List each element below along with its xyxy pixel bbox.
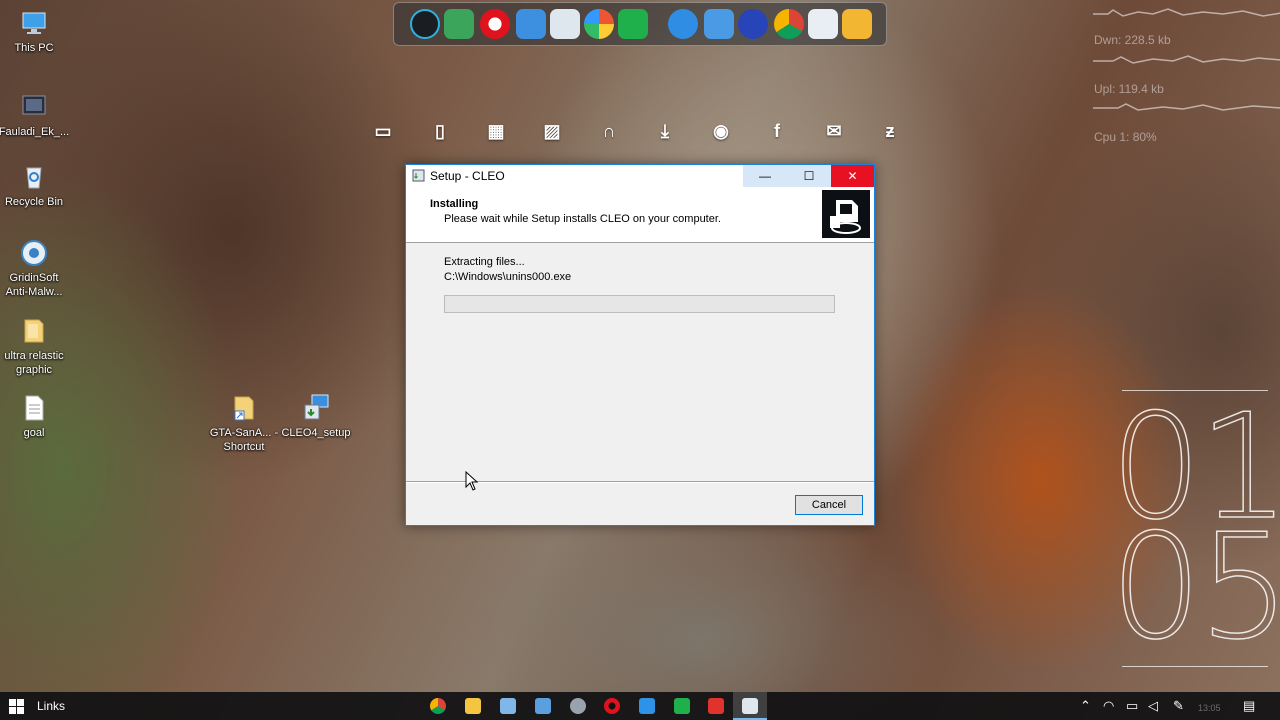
recycle-bin-icon (26, 167, 42, 189)
network-icon[interactable] (704, 9, 734, 39)
shield-icon[interactable]: ◉ (710, 120, 732, 142)
audio-icon[interactable] (738, 9, 768, 39)
links-toolbar[interactable]: Links (37, 699, 65, 713)
recycle-bin-dock-icon[interactable] (808, 9, 838, 39)
file-explorer-icon[interactable] (465, 698, 481, 714)
desktop-icon-gridinsoft[interactable]: GridinSoft Anti-Malw... (0, 238, 70, 299)
page-title: Installing (430, 198, 479, 210)
cancel-button[interactable]: Cancel (795, 495, 863, 515)
facebook-icon[interactable]: f (766, 120, 788, 142)
picture-icon[interactable]: ▨ (541, 120, 563, 142)
volume-icon[interactable]: ◁ (1148, 698, 1158, 714)
desktop-icon-label: GridinSoft Anti-Malw... (5, 272, 63, 298)
desktop-icon-this-pc[interactable]: This PC (0, 8, 70, 55)
minimize-button[interactable]: — (743, 165, 787, 187)
desktop-icon-label: goal (23, 427, 45, 439)
clock-minute: 05 (1109, 503, 1280, 672)
desktop-icon-fauladi[interactable]: Fauladi_Ek_... (0, 92, 70, 139)
close-button[interactable]: ✕ (831, 165, 874, 187)
chrome-icon[interactable] (774, 9, 804, 39)
settings-app-icon[interactable] (570, 698, 586, 714)
pen-icon[interactable]: ✎ (1173, 698, 1184, 714)
camtasia-taskbar-icon[interactable] (674, 698, 690, 714)
recycle-icon[interactable] (550, 9, 580, 39)
film-icon[interactable]: ▦ (485, 120, 507, 142)
green-app-icon[interactable] (444, 9, 474, 39)
desktop-icon-label: Recycle Bin (4, 196, 64, 208)
chrome-taskbar-icon[interactable] (430, 698, 446, 714)
download-speed: Dwn: 228.5 kb (1094, 33, 1171, 47)
desktop-icon[interactable]: ▭ (372, 120, 394, 142)
dialog-header: Installing Please wait while Setup insta… (406, 187, 874, 243)
keyboard-icon[interactable] (535, 698, 551, 714)
dialog-title: Setup - CLEO (430, 169, 505, 183)
desktop-icon-label: Fauladi_Ek_... (0, 126, 70, 138)
taskbar-clock[interactable]: 13:05 (1198, 700, 1221, 716)
opera-icon[interactable] (480, 9, 510, 39)
document-icon[interactable]: ▯ (429, 120, 451, 142)
monitor-icon (22, 12, 46, 34)
mouse-cursor-icon (465, 471, 479, 491)
network-graph-line (1093, 55, 1280, 64)
installer-icon (304, 394, 329, 420)
taskbar: Links ⌃ ◠ ▭ ◁ ✎ 13:05 ▤ (0, 692, 1280, 720)
uplay-icon[interactable] (410, 9, 440, 39)
desktop-icon-label: GTA-SanA... - Shortcut (209, 427, 279, 453)
status-text: Extracting files... (444, 256, 525, 268)
network-graph-line (1093, 8, 1280, 17)
opera-taskbar-icon[interactable] (604, 698, 620, 714)
battery-icon[interactable]: ▭ (1126, 698, 1138, 714)
cpu-usage: Cpu 1: 80% (1094, 130, 1157, 144)
page-subtitle: Please wait while Setup installs CLEO on… (444, 213, 721, 225)
folder-icon (24, 319, 44, 343)
desktop-icon-gta-shortcut[interactable]: GTA-SanA... - Shortcut (208, 393, 280, 454)
desktop-icon-ultra-relastic[interactable]: ultra relastic graphic (0, 316, 70, 377)
progress-bar (444, 295, 835, 313)
store-icon[interactable] (639, 698, 655, 714)
current-file-path: C:\Windows\unins000.exe (444, 271, 572, 283)
chevron-up-icon[interactable]: ⌃ (1080, 698, 1091, 714)
paint-icon[interactable] (584, 9, 614, 39)
headphones-icon[interactable]: ∩ (598, 120, 620, 142)
wifi-icon[interactable]: ◠ (1103, 698, 1114, 714)
anti-malware-icon (21, 240, 47, 266)
setup-app-icon (412, 169, 425, 182)
shareit-icon[interactable] (668, 9, 698, 39)
setup-taskbar-icon[interactable] (742, 698, 758, 714)
desktop-icon-cleo4-setup[interactable]: CLEO4_setup (280, 393, 352, 440)
app-dock (393, 2, 887, 46)
windows-start-icon[interactable] (9, 699, 24, 714)
download-icon[interactable]: ⤓ (654, 120, 676, 142)
text-file-icon (25, 395, 44, 421)
desktop-icon-label: This PC (14, 42, 54, 54)
notepad-icon[interactable] (500, 698, 516, 714)
upload-speed: Upl: 119.4 kb (1094, 82, 1164, 96)
tools-icon[interactable] (842, 9, 872, 39)
clock-bottom-rule (1122, 666, 1268, 667)
recorder-icon[interactable] (708, 698, 724, 714)
desktop-icon-goal[interactable]: goal (0, 393, 70, 440)
installer-logo-icon (822, 190, 870, 238)
dialog-titlebar[interactable]: Setup - CLEO — ☐ ✕ (406, 165, 874, 187)
desktop-icon-label: ultra relastic graphic (4, 350, 64, 376)
shortcut-folder-icon (234, 396, 254, 421)
computer-icon[interactable] (516, 9, 546, 39)
desktop-icon-label: CLEO4_setup (281, 427, 351, 439)
maximize-button[interactable]: ☐ (787, 165, 831, 187)
action-center-icon[interactable]: ▤ (1243, 698, 1255, 714)
desktop-icon-recycle-bin[interactable]: Recycle Bin (0, 162, 70, 209)
video-file-icon (22, 95, 46, 115)
deviantart-icon[interactable]: ƶ (879, 120, 901, 142)
mail-icon[interactable]: ✉ (823, 120, 845, 142)
camtasia-icon[interactable] (618, 9, 648, 39)
network-graph-line (1093, 103, 1280, 111)
